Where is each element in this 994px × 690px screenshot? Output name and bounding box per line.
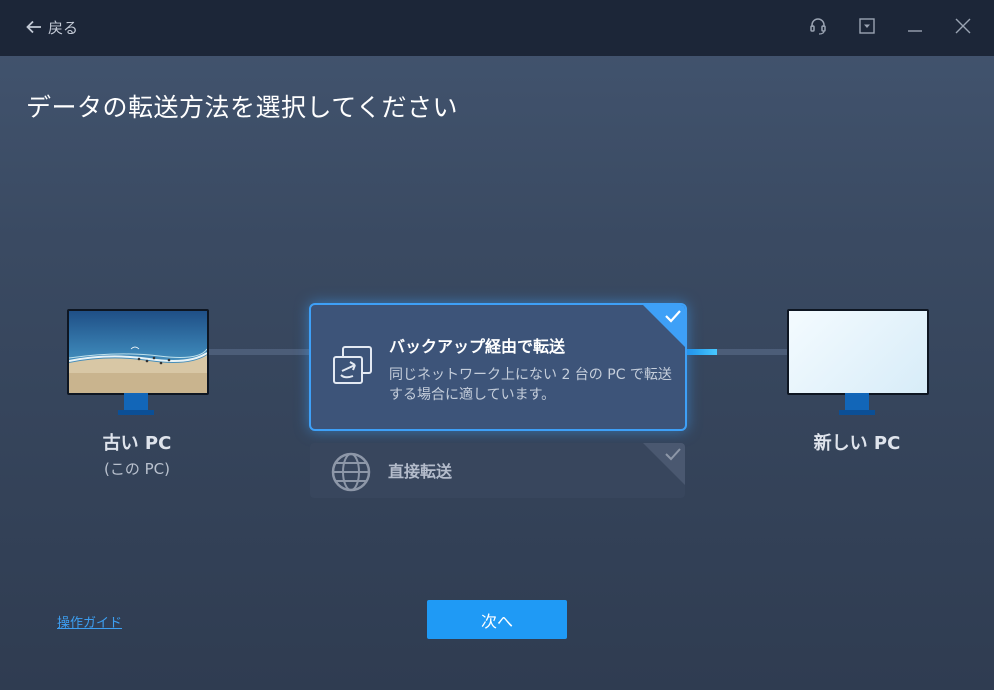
old-pc-sublabel: (この PC)	[104, 460, 170, 478]
connector-progress	[685, 349, 717, 355]
option-backup-transfer[interactable]: バックアップ経由で転送 同じネットワーク上にない 2 台の PC で転送する場合…	[309, 303, 687, 431]
old-pc-stand	[124, 393, 148, 411]
connector-line-left	[207, 349, 309, 355]
option-direct-transfer[interactable]: 直接転送	[310, 443, 685, 498]
old-pc-screen	[67, 309, 209, 395]
dropdown-icon	[859, 18, 875, 34]
new-pc-label: 新しい PC	[813, 433, 901, 454]
next-button[interactable]: 次へ	[427, 600, 567, 639]
new-pc-stand	[845, 393, 869, 411]
option-direct-title: 直接転送	[388, 462, 453, 481]
new-pc-screen	[787, 309, 929, 395]
unselected-checkmark-icon	[643, 443, 685, 485]
selected-checkmark-icon	[643, 305, 685, 347]
minimize-icon	[908, 30, 922, 32]
option-backup-title: バックアップ経由で転送	[389, 337, 566, 356]
backup-transfer-icon	[333, 346, 372, 384]
page-title: データの転送方法を選択してください	[26, 93, 459, 122]
support-button[interactable]	[806, 14, 830, 38]
headset-icon	[810, 18, 826, 35]
option-backup-description: 同じネットワーク上にない 2 台の PC で転送する場合に適しています。	[389, 367, 672, 403]
title-bar: 戻る	[0, 0, 994, 56]
operation-guide-link[interactable]: 操作ガイド	[57, 612, 122, 631]
old-pc-label: 古い PC	[102, 433, 172, 454]
menu-dropdown-button[interactable]	[855, 14, 879, 38]
minimize-button[interactable]	[903, 14, 927, 38]
globe-icon	[331, 452, 371, 492]
beach-wallpaper-image	[69, 311, 207, 393]
back-label: 戻る	[48, 18, 79, 37]
close-button[interactable]	[951, 14, 975, 38]
old-pc-stand-base	[118, 410, 154, 415]
close-icon	[955, 18, 971, 34]
back-button[interactable]: 戻る	[26, 14, 78, 40]
new-pc-stand-base	[839, 410, 875, 415]
arrow-left-icon	[26, 20, 41, 34]
